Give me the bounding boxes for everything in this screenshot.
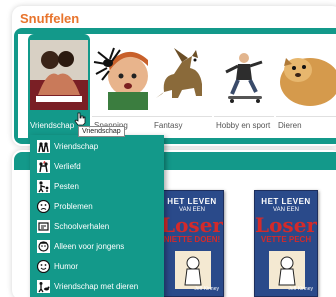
book-illustration xyxy=(269,251,305,289)
category-image-hobby-en-sport xyxy=(214,40,274,110)
book-title-line: HET LEVEN xyxy=(167,197,217,206)
dropdown-item-label: Humor xyxy=(54,262,79,271)
friends-icon xyxy=(37,140,50,153)
smiley-icon xyxy=(37,260,50,273)
dropdown-item-schoolverhalen[interactable]: Schoolverhalen xyxy=(30,217,164,237)
dropdown-item-label: Verliefd xyxy=(54,162,81,171)
category-image-dieren xyxy=(276,40,336,110)
book-cover[interactable]: HET LEVEN VAN EEN Loser VETTE PECH Jeff … xyxy=(254,190,318,297)
dropdown-item-label: Vriendschap xyxy=(54,142,99,151)
dropdown-item-label: Schoolverhalen xyxy=(54,222,110,231)
book-title-main: Loser xyxy=(161,213,223,237)
book-illustration xyxy=(175,251,211,289)
dropdown-item-humor[interactable]: Humor xyxy=(30,257,164,277)
book-title-line: HET LEVEN xyxy=(261,197,311,206)
category-label: Fantasy xyxy=(154,121,183,130)
category-spanning[interactable]: Spanning xyxy=(92,34,152,138)
dropdown-item-vriendschap-met-dieren[interactable]: Vriendschap met dieren xyxy=(30,277,164,297)
category-divider xyxy=(92,116,152,117)
dropdown-item-label: Alleen voor jongens xyxy=(54,242,125,251)
book-cover[interactable]: HET LEVEN VAN EEN Loser NIETTE DOEN! Jef… xyxy=(160,190,224,297)
dropdown-item-label: Pesten xyxy=(54,182,79,191)
bully-icon xyxy=(37,180,50,193)
category-fantasy[interactable]: Fantasy xyxy=(152,34,214,138)
category-divider xyxy=(214,116,274,117)
dropdown-item-pesten[interactable]: Pesten xyxy=(30,177,164,197)
book-author: Jeff Kinney xyxy=(288,286,313,292)
book-subtitle: NIETTE DOEN! xyxy=(163,235,221,244)
category-label: Hobby en sport xyxy=(216,121,271,130)
hand-cursor-icon xyxy=(74,112,86,126)
problem-face-icon xyxy=(37,200,50,213)
category-label: Dieren xyxy=(278,121,302,130)
category-divider xyxy=(152,116,212,117)
school-icon xyxy=(37,220,50,233)
book-author: Jeff Kinney xyxy=(194,286,219,292)
category-image-fantasy xyxy=(152,40,212,110)
category-image-vriendschap xyxy=(30,40,88,110)
category-label: Vriendschap xyxy=(30,121,75,130)
book-subtitle: VETTE PECH xyxy=(260,235,312,244)
category-dieren[interactable]: Dieren xyxy=(276,34,336,138)
tooltip: Vriendschap xyxy=(78,126,125,137)
book-title-main: Loser xyxy=(255,213,317,237)
dropdown-item-problemen[interactable]: Problemen xyxy=(30,197,164,217)
couple-icon xyxy=(37,160,50,173)
section-title: Snuffelen xyxy=(20,11,80,26)
dropdown-item-verliefd[interactable]: Verliefd xyxy=(30,157,164,177)
dropdown-item-vriendschap[interactable]: Vriendschap xyxy=(30,137,164,157)
dropdown-item-label: Problemen xyxy=(54,202,93,211)
dropdown-item-alleen-voor-jongens[interactable]: Alleen voor jongens xyxy=(30,237,164,257)
pets-icon xyxy=(37,280,50,293)
page: Snuffelen Vriendschap Fantasy Hobby en s… xyxy=(0,0,336,297)
boy-icon xyxy=(37,240,50,253)
category-dropdown-menu: Vriendschap Verliefd Pesten Problemen Sc… xyxy=(30,135,164,297)
dropdown-item-label: Vriendschap met dieren xyxy=(54,282,139,291)
category-divider xyxy=(276,116,336,117)
category-strip: Vriendschap Fantasy Hobby en sport Diere… xyxy=(18,34,336,138)
category-hobby-en-sport[interactable]: Hobby en sport xyxy=(214,34,276,138)
category-image-spanning xyxy=(92,40,150,110)
